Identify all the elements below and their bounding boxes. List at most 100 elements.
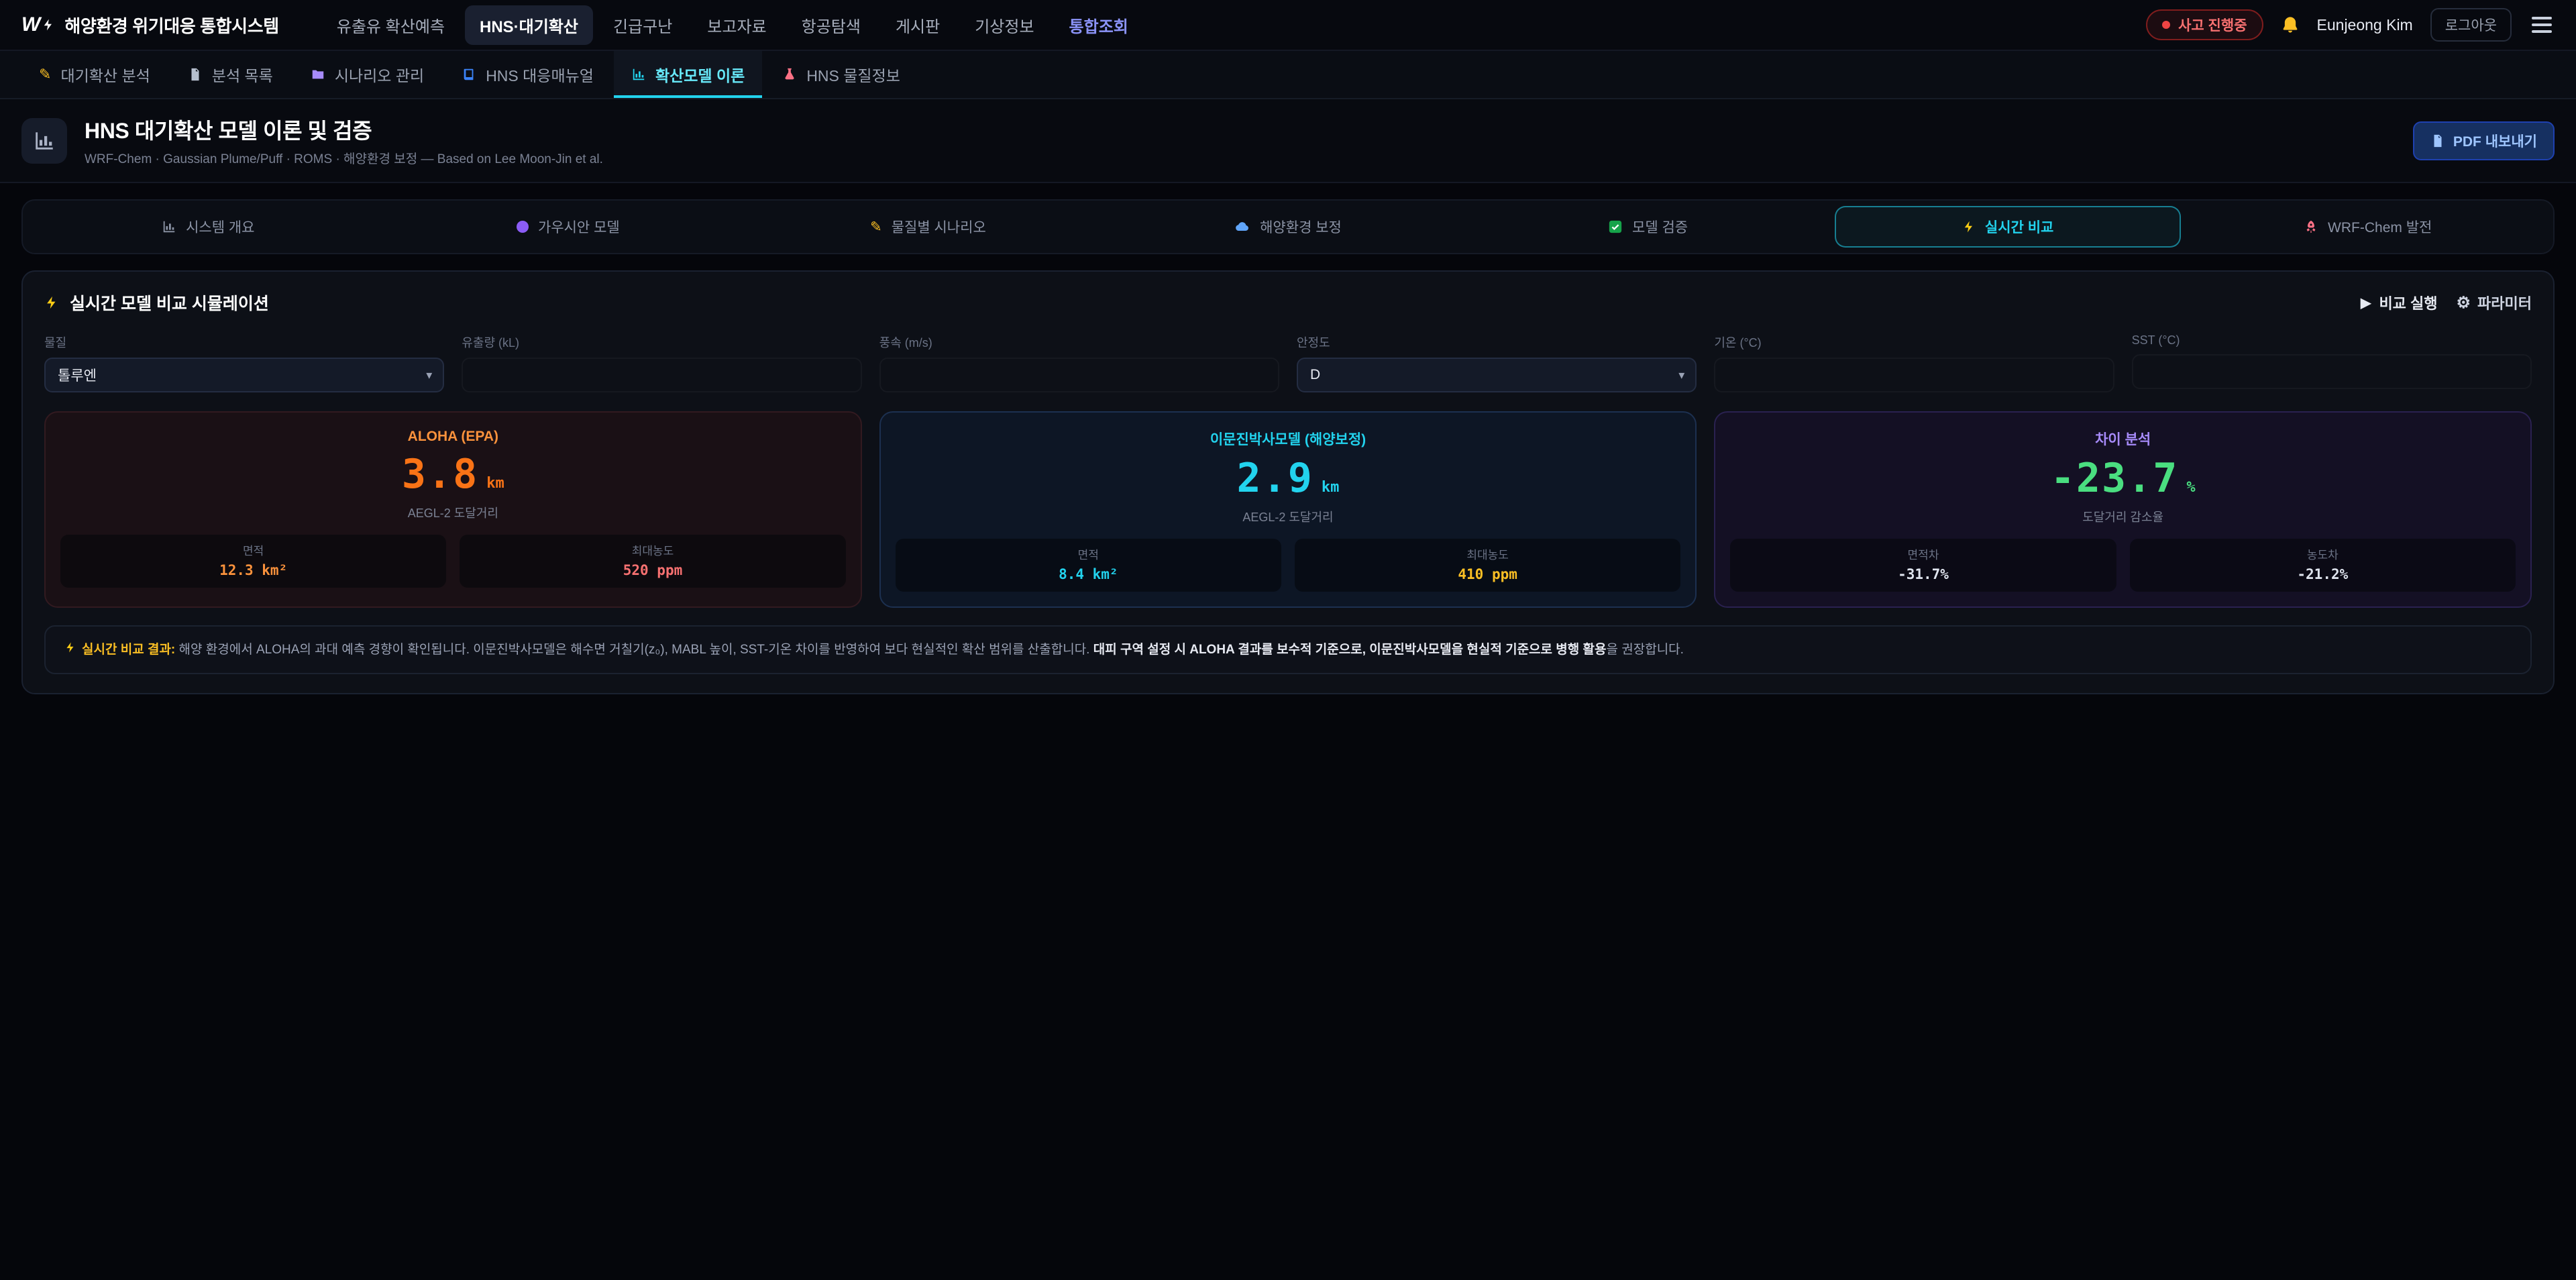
document-icon <box>188 67 203 82</box>
nav-item-oil-spill[interactable]: 유출유 확산예측 <box>322 5 460 45</box>
tabbar: ✎ 대기확산 분석 분석 목록 시나리오 관리 HNS 대응매뉴얼 확산모델 이… <box>0 51 2576 99</box>
field-spill-amount: 유출량 (kL) <box>462 333 861 392</box>
simulation-card-header: 실시간 모델 비교 시뮬레이션 ▶ 비교 실행 ⚙ 파라미터 <box>44 290 2532 315</box>
sst-input[interactable] <box>2132 354 2532 389</box>
pencil-icon: ✎ <box>870 219 882 235</box>
tab-dispersion-model-theory[interactable]: 확산모델 이론 <box>614 51 762 98</box>
section-label: 실시간 비교 <box>1985 217 2053 237</box>
result-card-aloha: ALOHA (EPA) 3.8km AEGL-2 도달거리 면적 12.3 km… <box>44 411 862 608</box>
result-caption: AEGL-2 도달거리 <box>896 508 1681 525</box>
play-icon: ▶ <box>2361 295 2371 311</box>
incident-status-label: 사고 진행중 <box>2178 15 2247 35</box>
brand-title: 해양환경 위기대응 통합시스템 <box>64 13 278 38</box>
page-chart-icon <box>21 118 67 164</box>
simulation-actions: ▶ 비교 실행 ⚙ 파라미터 <box>2361 292 2532 313</box>
field-air-temp: 기온 (°C) <box>1714 333 2114 392</box>
menu-icon[interactable] <box>2529 11 2555 38</box>
page-subtitle: WRF-Chem · Gaussian Plume/Puff · ROMS · … <box>85 149 603 167</box>
top-nav: 유출유 확산예측 HNS·대기확산 긴급구난 보고자료 항공탐색 게시판 기상정… <box>322 5 1143 45</box>
page-title-block: HNS 대기확산 모델 이론 및 검증 WRF-Chem · Gaussian … <box>85 114 603 167</box>
run-comparison-button[interactable]: ▶ 비교 실행 <box>2361 292 2437 313</box>
nav-item-integrated-search[interactable]: 통합조회 <box>1055 5 1143 45</box>
user-name: Eunjeong Kim <box>2317 16 2413 34</box>
result-caption: 도달거리 감소율 <box>1730 508 2516 525</box>
parameter-form: 물질 톨루엔 ▾ 유출량 (kL) 풍속 (m/s) 안정도 D ▾ <box>44 333 2532 392</box>
flask-icon <box>782 67 797 82</box>
chevron-down-icon: ▾ <box>426 368 432 382</box>
pencil-icon: ✎ <box>39 66 51 83</box>
nav-item-reports[interactable]: 보고자료 <box>692 5 781 45</box>
section-nav: 시스템 개요 가우시안 모델 ✎ 물질별 시나리오 해양환경 보정 모델 검증 … <box>21 199 2555 254</box>
folder-icon <box>311 67 325 82</box>
stat-area-difference: 면적차 -31.7% <box>1730 539 2116 592</box>
tab-hns-substance-info[interactable]: HNS 물질정보 <box>765 51 918 98</box>
book-icon <box>462 67 476 82</box>
chevron-down-icon: ▾ <box>1678 368 1684 382</box>
tab-label: 대기확산 분석 <box>60 63 150 86</box>
stability-select[interactable]: D ▾ <box>1297 358 1697 392</box>
stat-area: 면적 12.3 km² <box>60 535 446 588</box>
section-realtime-comparison[interactable]: 실시간 비교 <box>1835 206 2182 248</box>
parameters-label: 파라미터 <box>2477 292 2532 313</box>
result-caption: AEGL-2 도달거리 <box>60 504 846 521</box>
section-substance-scenarios[interactable]: ✎ 물질별 시나리오 <box>755 206 1102 248</box>
spill-amount-label: 유출량 (kL) <box>462 333 861 351</box>
wind-speed-label: 풍속 (m/s) <box>879 333 1279 351</box>
wind-speed-input[interactable] <box>879 358 1279 392</box>
bell-icon[interactable] <box>2281 15 2300 34</box>
simulation-card: 실시간 모델 비교 시뮬레이션 ▶ 비교 실행 ⚙ 파라미터 물질 톨루엔 ▾ <box>21 270 2555 694</box>
nav-item-emergency-rescue[interactable]: 긴급구난 <box>598 5 687 45</box>
topbar-right: 사고 진행중 Eunjeong Kim 로그아웃 <box>2146 8 2555 42</box>
result-card-difference: 차이 분석 -23.7% 도달거리 감소율 면적차 -31.7% 농도차 -21… <box>1714 411 2532 608</box>
tab-analysis-list[interactable]: 분석 목록 <box>170 51 290 98</box>
section-wrf-chem[interactable]: WRF-Chem 발전 <box>2194 206 2541 248</box>
pdf-export-label: PDF 내보내기 <box>2453 131 2537 151</box>
tab-hns-manual[interactable]: HNS 대응매뉴얼 <box>444 51 611 98</box>
air-temp-label: 기온 (°C) <box>1714 333 2114 351</box>
page-title: HNS 대기확산 모델 이론 및 검증 <box>85 114 603 145</box>
stability-selected-value: D <box>1310 367 1320 383</box>
nav-item-board[interactable]: 게시판 <box>881 5 955 45</box>
result-stats: 면적 12.3 km² 최대농도 520 ppm <box>60 535 846 588</box>
nav-item-hns-dispersion[interactable]: HNS·대기확산 <box>465 5 593 45</box>
bolt-icon <box>44 294 59 311</box>
section-gaussian-model[interactable]: 가우시안 모델 <box>395 206 742 248</box>
status-dot-icon <box>2162 21 2170 29</box>
gear-icon: ⚙ <box>2457 293 2471 313</box>
air-temp-input[interactable] <box>1714 358 2114 392</box>
note-body: 해양 환경에서 ALOHA의 과대 예측 경향이 확인됩니다. 이문진박사모델은… <box>175 643 1093 657</box>
result-value: 2.9km <box>896 458 1681 498</box>
logout-button[interactable]: 로그아웃 <box>2430 8 2512 42</box>
nav-item-aerial-search[interactable]: 항공탐색 <box>787 5 875 45</box>
brand-logo-icon: W <box>21 13 55 36</box>
run-comparison-label: 비교 실행 <box>2379 292 2437 313</box>
section-marine-correction[interactable]: 해양환경 보정 <box>1115 206 1462 248</box>
pdf-file-icon <box>2430 134 2445 148</box>
brand[interactable]: W 해양환경 위기대응 통합시스템 <box>21 13 279 38</box>
note-lead: 실시간 비교 결과: <box>82 643 175 657</box>
stat-concentration-difference: 농도차 -21.2% <box>2130 539 2516 592</box>
spill-amount-input[interactable] <box>462 358 861 392</box>
section-system-overview[interactable]: 시스템 개요 <box>35 206 382 248</box>
result-value: 3.8km <box>60 454 846 494</box>
substance-selected-value: 톨루엔 <box>58 365 97 385</box>
parameters-button[interactable]: ⚙ 파라미터 <box>2457 292 2532 313</box>
tab-label: 확산모델 이론 <box>655 63 745 86</box>
section-model-validation[interactable]: 모델 검증 <box>1474 206 1821 248</box>
pdf-export-button[interactable]: PDF 내보내기 <box>2413 121 2555 160</box>
field-stability: 안정도 D ▾ <box>1297 333 1697 392</box>
result-value: -23.7% <box>1730 458 2516 498</box>
section-label: 시스템 개요 <box>186 217 254 237</box>
stat-max-concentration: 최대농도 410 ppm <box>1295 539 1680 592</box>
tab-scenario-management[interactable]: 시나리오 관리 <box>293 51 441 98</box>
topbar: W 해양환경 위기대응 통합시스템 유출유 확산예측 HNS·대기확산 긴급구난… <box>0 0 2576 51</box>
substance-select[interactable]: 톨루엔 ▾ <box>44 358 444 392</box>
tab-dispersion-analysis[interactable]: ✎ 대기확산 분석 <box>21 51 168 98</box>
note-tail: 을 권장합니다. <box>1607 643 1684 657</box>
sst-label: SST (°C) <box>2132 333 2532 348</box>
field-wind-speed: 풍속 (m/s) <box>879 333 1279 392</box>
stat-area: 면적 8.4 km² <box>896 539 1281 592</box>
results-row: ALOHA (EPA) 3.8km AEGL-2 도달거리 면적 12.3 km… <box>44 411 2532 608</box>
nav-item-weather-info[interactable]: 기상정보 <box>960 5 1049 45</box>
cloud-icon <box>1234 219 1250 235</box>
